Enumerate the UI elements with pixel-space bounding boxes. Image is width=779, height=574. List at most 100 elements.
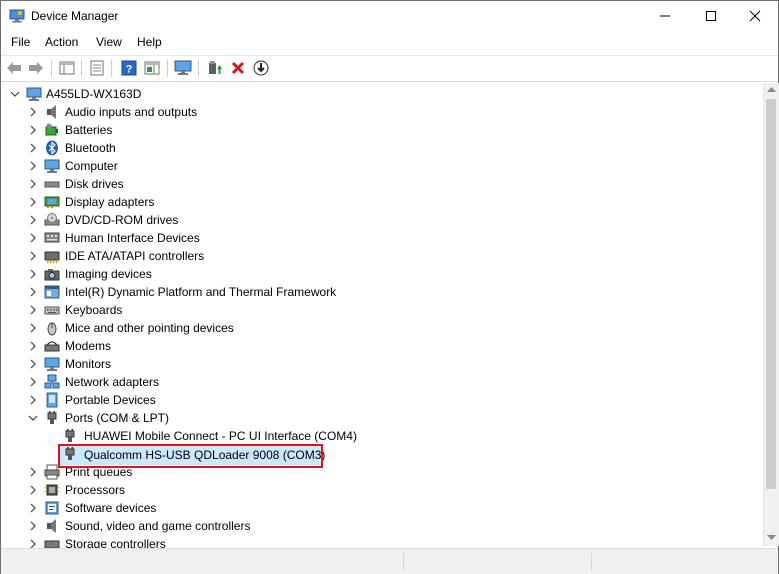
- scrollbar-thumb[interactable]: [766, 99, 776, 489]
- forward-arrow-icon: [29, 62, 43, 74]
- menu-file[interactable]: File: [11, 35, 30, 49]
- download-button[interactable]: [252, 59, 270, 77]
- expand-chevron-icon[interactable]: [28, 161, 38, 171]
- device-manager-icon: [9, 9, 25, 23]
- keyboard-icon: [44, 306, 60, 315]
- tree-category-label: Human Interface Devices: [65, 231, 200, 245]
- tree-device-label: HUAWEI Mobile Connect - PC UI Interface …: [84, 429, 357, 443]
- tree-device-huawei[interactable]: HUAWEI Mobile Connect - PC UI Interface …: [1, 427, 421, 445]
- expand-chevron-icon[interactable]: [28, 107, 38, 117]
- collapse-root-chevron-icon[interactable]: [10, 89, 20, 99]
- tree-category-sound-video-and-game-controllers[interactable]: Sound, video and game controllers: [1, 517, 421, 535]
- tree-category-label: DVD/CD-ROM drives: [65, 213, 179, 227]
- tree-category-label: Software devices: [65, 501, 157, 515]
- scroll-down-arrow-icon[interactable]: [767, 535, 776, 541]
- maximize-button[interactable]: [688, 1, 734, 31]
- tree-category-disk-drives[interactable]: Disk drives: [1, 175, 421, 193]
- tree-category-human-interface-devices[interactable]: Human Interface Devices: [1, 229, 421, 247]
- download-circle-icon: [253, 60, 269, 76]
- update-driver-icon: [209, 61, 222, 74]
- dvd-drive-icon: [44, 213, 60, 226]
- tree-category-label: Ports (COM & LPT): [65, 411, 170, 425]
- update-driver-button[interactable]: [206, 59, 224, 77]
- menu-action[interactable]: Action: [45, 35, 78, 49]
- tree-category-computer[interactable]: Computer: [1, 157, 421, 175]
- uninstall-device-button[interactable]: [229, 59, 247, 77]
- port-icon: [47, 411, 57, 424]
- highlight-annotation-box: [58, 444, 323, 468]
- action-pane-icon: [144, 61, 160, 75]
- action-pane-button[interactable]: [143, 59, 161, 77]
- root-computer-name: A455LD-WX163D: [46, 87, 142, 101]
- help-button[interactable]: ?: [120, 59, 138, 77]
- expand-chevron-icon[interactable]: [28, 485, 38, 495]
- tree-category-ports-com-lpt[interactable]: Ports (COM & LPT): [1, 409, 421, 427]
- tree-category-intel-r-dynamic-platform-and-thermal-framework[interactable]: Intel(R) Dynamic Platform and Thermal Fr…: [1, 283, 421, 301]
- expand-chevron-icon[interactable]: [28, 305, 38, 315]
- tree-category-display-adapters[interactable]: Display adapters: [1, 193, 421, 211]
- expand-chevron-icon[interactable]: [28, 467, 38, 477]
- expand-chevron-icon[interactable]: [28, 215, 38, 225]
- tree-category-label: Network adapters: [65, 375, 160, 389]
- back-button[interactable]: [5, 59, 23, 77]
- scroll-up-arrow-icon[interactable]: [767, 87, 776, 93]
- properties-button[interactable]: [88, 59, 106, 77]
- device-manager-window: Device Manager File Action View Help ? A…: [0, 0, 779, 574]
- tree-root-row[interactable]: A455LD-WX163D: [1, 85, 401, 103]
- expand-chevron-icon[interactable]: [28, 287, 38, 297]
- tree-category-label: Computer: [65, 159, 118, 173]
- title-bar[interactable]: Device Manager: [1, 1, 778, 32]
- modem-icon: [44, 341, 60, 352]
- expand-chevron-icon[interactable]: [28, 143, 38, 153]
- processor-icon: [45, 484, 59, 496]
- show-hide-console-tree-button[interactable]: [58, 59, 76, 77]
- tree-category-imaging-devices[interactable]: Imaging devices: [1, 265, 421, 283]
- expand-chevron-icon[interactable]: [28, 233, 38, 243]
- tree-category-mice-and-other-pointing-devices[interactable]: Mice and other pointing devices: [1, 319, 421, 337]
- tree-category-audio-inputs-and-outputs[interactable]: Audio inputs and outputs: [1, 103, 421, 121]
- tree-category-label: Bluetooth: [65, 141, 116, 155]
- tree-category-label: Processors: [65, 483, 126, 497]
- computer-icon: [44, 159, 60, 173]
- tree-category-network-adapters[interactable]: Network adapters: [1, 373, 421, 391]
- close-button[interactable]: [732, 1, 778, 31]
- tree-category-batteries[interactable]: Batteries: [1, 121, 421, 139]
- hid-icon: [44, 232, 60, 243]
- menu-view[interactable]: View: [96, 35, 122, 49]
- tree-category-monitors[interactable]: Monitors: [1, 355, 421, 373]
- expand-chevron-icon[interactable]: [28, 269, 38, 279]
- intel-framework-icon: [44, 285, 60, 299]
- tree-category-label: Portable Devices: [65, 393, 156, 407]
- expand-chevron-icon[interactable]: [28, 395, 38, 405]
- scan-hardware-icon: [174, 60, 192, 75]
- tree-category-keyboards[interactable]: Keyboards: [1, 301, 421, 319]
- minimize-button[interactable]: [642, 1, 688, 31]
- expand-chevron-icon[interactable]: [28, 179, 38, 189]
- tree-category-modems[interactable]: Modems: [1, 337, 421, 355]
- tree-category-processors[interactable]: Processors: [1, 481, 421, 499]
- minimize-icon: [660, 15, 670, 17]
- tree-category-dvd-cd-rom-drives[interactable]: DVD/CD-ROM drives: [1, 211, 421, 229]
- expand-chevron-icon[interactable]: [28, 377, 38, 387]
- tree-category-bluetooth[interactable]: Bluetooth: [1, 139, 421, 157]
- expand-chevron-icon[interactable]: [28, 323, 38, 333]
- usb-port-device-icon: [65, 429, 75, 442]
- monitor-icon: [44, 357, 60, 371]
- expand-chevron-icon[interactable]: [28, 503, 38, 513]
- properties-icon: [90, 60, 104, 76]
- expand-chevron-icon[interactable]: [28, 125, 38, 135]
- expand-chevron-icon[interactable]: [28, 251, 38, 261]
- display-adapter-icon: [44, 196, 60, 208]
- forward-button[interactable]: [27, 59, 45, 77]
- menu-help[interactable]: Help: [137, 35, 162, 49]
- scan-hardware-button[interactable]: [174, 59, 192, 77]
- tree-category-ide-ata-atapi-controllers[interactable]: IDE ATA/ATAPI controllers: [1, 247, 421, 265]
- expand-chevron-icon[interactable]: [28, 341, 38, 351]
- expand-chevron-icon[interactable]: [28, 521, 38, 531]
- expand-chevron-icon[interactable]: [28, 197, 38, 207]
- tree-category-portable-devices[interactable]: Portable Devices: [1, 391, 421, 409]
- collapse-chevron-icon[interactable]: [28, 413, 38, 423]
- tree-category-software-devices[interactable]: Software devices: [1, 499, 421, 517]
- expand-chevron-icon[interactable]: [28, 359, 38, 369]
- vertical-scrollbar[interactable]: [763, 83, 779, 546]
